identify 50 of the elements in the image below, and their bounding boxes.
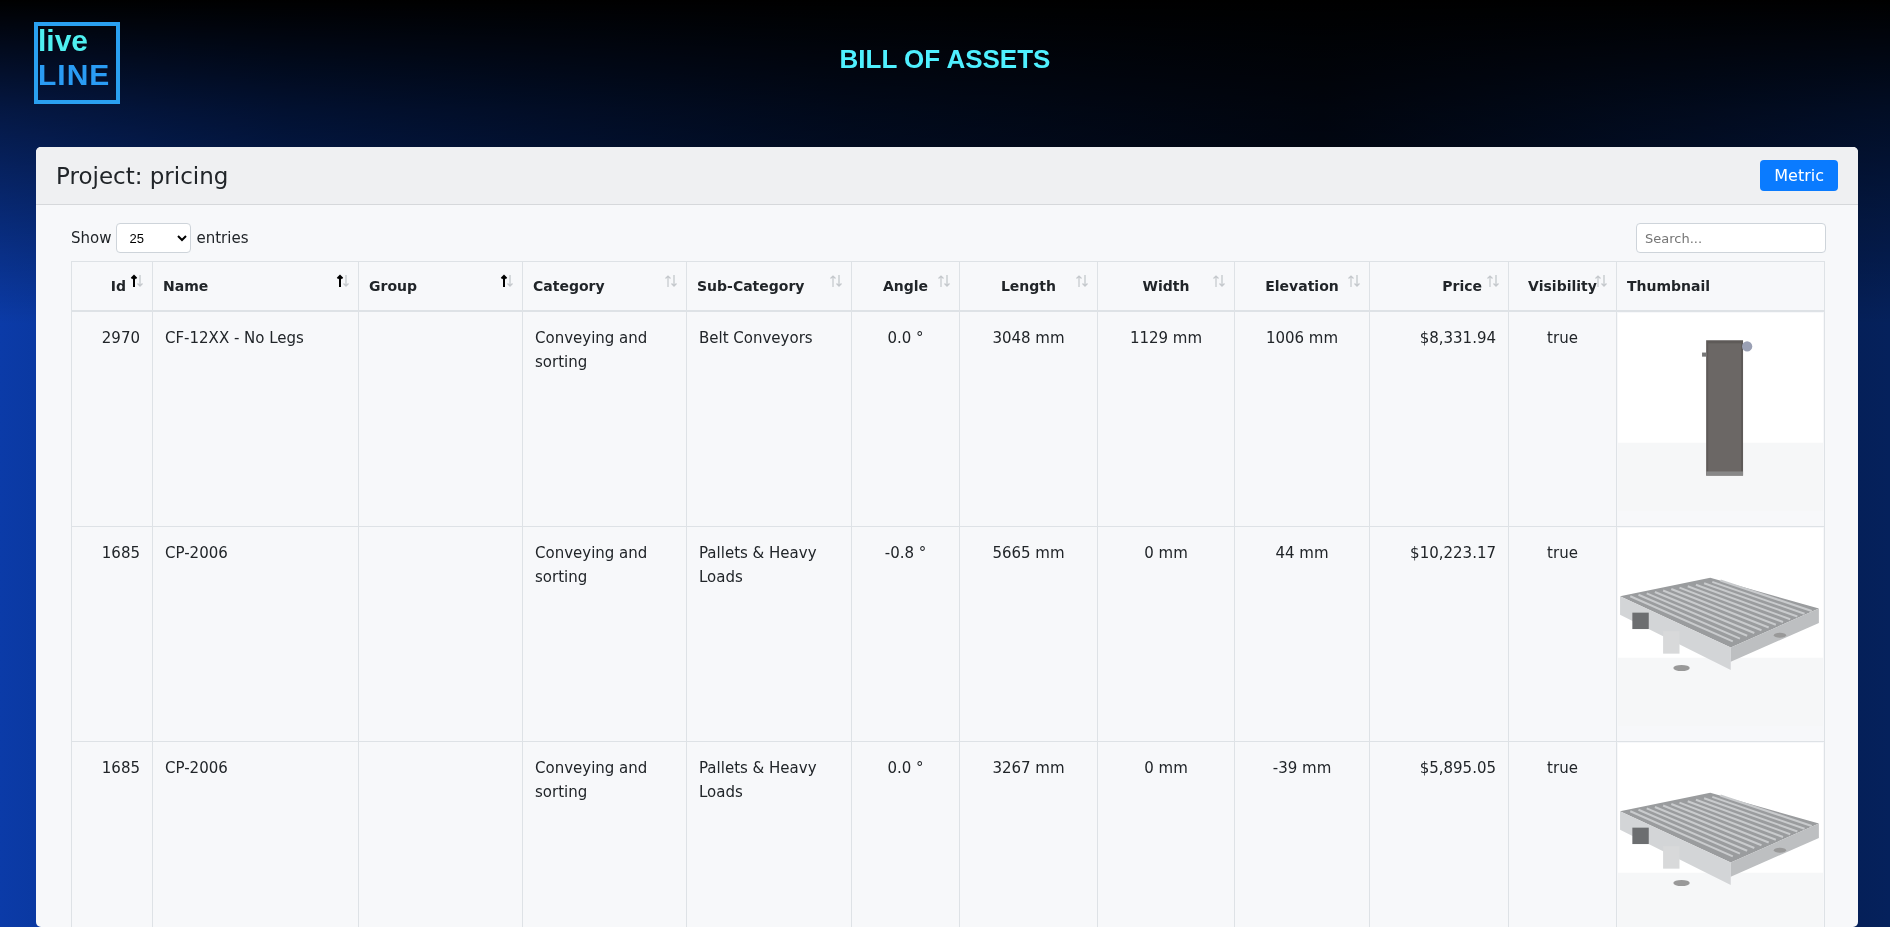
- table-cell: 1685: [101, 759, 140, 777]
- page-title: BILL OF ASSETS: [839, 44, 1051, 75]
- project-title: Project: pricing: [56, 162, 229, 189]
- table-cell: CP-2006: [165, 759, 228, 777]
- column-header[interactable]: Price: [1369, 261, 1509, 311]
- table-cell: CF-12XX - No Legs: [165, 329, 304, 347]
- table-cell: $10,223.17: [1410, 544, 1496, 562]
- column-header[interactable]: Group: [358, 261, 523, 311]
- table-cell: 0.0 °: [887, 329, 924, 347]
- column-header[interactable]: Angle: [851, 261, 960, 311]
- search-field[interactable]: Search...: [1636, 223, 1826, 253]
- table-cell: Conveying and sorting: [535, 544, 648, 586]
- table-cell: true: [1547, 759, 1578, 777]
- table-cell: 0.0 °: [887, 759, 924, 777]
- column-header[interactable]: Sub-Category: [686, 261, 852, 311]
- table-cell: $5,895.05: [1419, 759, 1496, 777]
- table-cell: 3267 mm: [992, 759, 1065, 777]
- table-cell: 5665 mm: [992, 544, 1065, 562]
- table-cell: Pallets & Heavy Loads: [699, 544, 817, 586]
- entries-label: entries: [196, 229, 249, 247]
- table-cell: $8,331.94: [1419, 329, 1496, 347]
- table-cell: 1685: [101, 544, 140, 562]
- logo: live LINE: [34, 22, 120, 104]
- metric-button[interactable]: Metric: [1760, 160, 1838, 191]
- column-header[interactable]: Visibility: [1508, 261, 1617, 311]
- table-cell: 0 mm: [1144, 759, 1188, 777]
- table-cell: -39 mm: [1272, 759, 1332, 777]
- table-cell: 0 mm: [1144, 544, 1188, 562]
- table-cell: 1006 mm: [1265, 329, 1339, 347]
- column-header[interactable]: Length: [959, 261, 1098, 311]
- table-cell: -0.8 °: [884, 544, 927, 562]
- table-cell: 44 mm: [1275, 544, 1329, 562]
- table-cell: 2970: [101, 329, 140, 347]
- column-header[interactable]: Id: [71, 261, 153, 311]
- table-cell: Belt Conveyors: [699, 329, 813, 347]
- table-cell: true: [1547, 544, 1578, 562]
- entries-select[interactable]: 25: [116, 223, 192, 253]
- table-cell: Pallets & Heavy Loads: [699, 759, 817, 801]
- column-header[interactable]: Thumbnail: [1616, 261, 1825, 311]
- table-cell: CP-2006: [165, 544, 228, 562]
- table-cell: Conveying and sorting: [535, 329, 648, 371]
- table-cell: 1129 mm: [1129, 329, 1203, 347]
- table-cell: Conveying and sorting: [535, 759, 648, 801]
- show-label: Show: [71, 229, 112, 247]
- column-header[interactable]: Name: [152, 261, 359, 311]
- column-header[interactable]: Elevation: [1234, 261, 1370, 311]
- table-cell: true: [1547, 329, 1578, 347]
- table-cell: 3048 mm: [992, 329, 1065, 347]
- column-header[interactable]: Category: [522, 261, 687, 311]
- column-header[interactable]: Width: [1097, 261, 1235, 311]
